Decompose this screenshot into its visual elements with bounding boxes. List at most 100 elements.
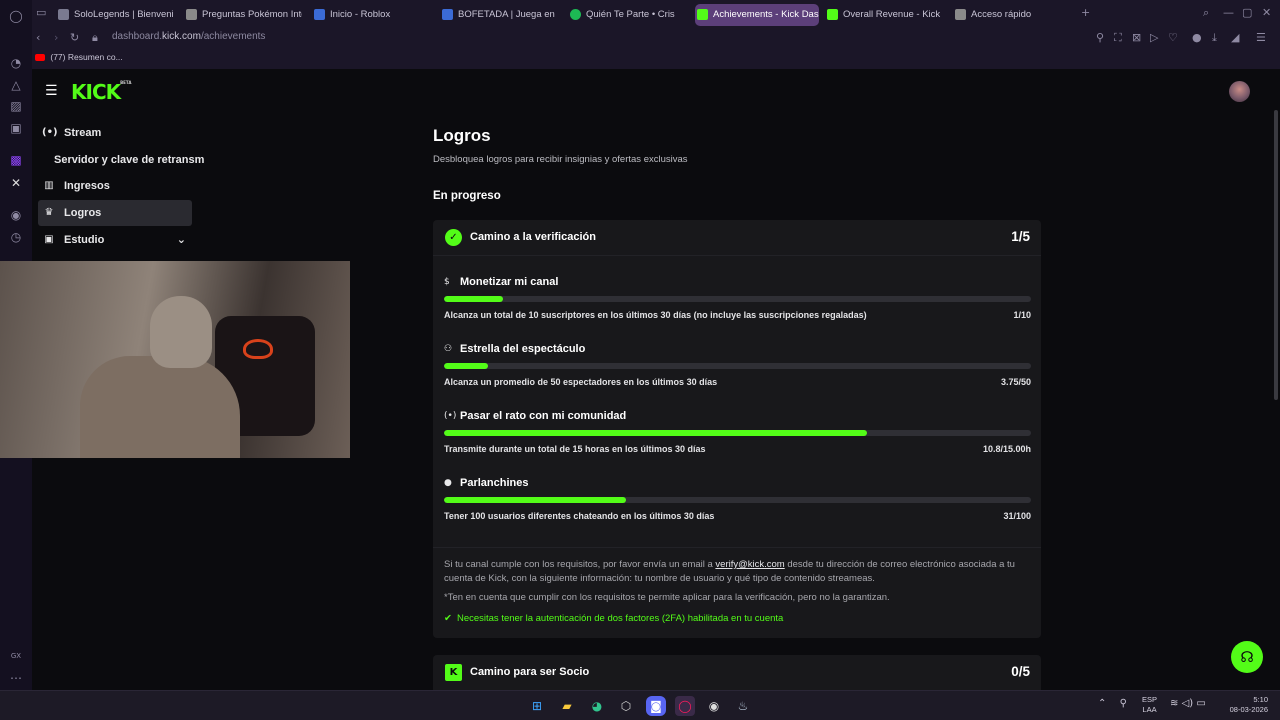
tab-achievements[interactable]: Achievements - Kick Dash bbox=[695, 4, 819, 26]
url-prefix: dashboard. bbox=[112, 31, 163, 42]
achievement-description: Tener 100 usuarios diferentes chateando … bbox=[444, 511, 715, 521]
sidebar-item-stream[interactable]: (•) Stream bbox=[38, 120, 192, 146]
aria-icon[interactable]: △ bbox=[8, 77, 24, 93]
avatar[interactable] bbox=[1229, 81, 1250, 102]
tab-sololegends[interactable]: SoloLegends | Bienvenido bbox=[56, 4, 174, 26]
opera-gx-icon[interactable]: ◯ bbox=[675, 696, 695, 716]
achievement-value: 3.75/50 bbox=[1000, 377, 1031, 387]
partner-card: K Camino para ser Socio 0/5 bbox=[433, 655, 1041, 690]
achievement-monetize: $ Monetizar mi canal Alcanza un total de… bbox=[444, 276, 1031, 333]
broadcast-icon: (•) bbox=[444, 411, 457, 421]
wallet-icon[interactable]: ▨ bbox=[8, 98, 24, 114]
achievement-hangout: (•) Pasar el rato con mi comunidad Trans… bbox=[444, 410, 1031, 467]
app-cube-icon[interactable]: ⬡ bbox=[616, 696, 636, 716]
chevron-down-icon[interactable]: ⌄ bbox=[177, 227, 186, 253]
windows-taskbar: ⊞ ▰ ◕ ⬡ ◙ ◯ ◉ ♨ ⌃ ⚲ ESP LAA ≋ ◁) ▭ 5:10 08… bbox=[0, 690, 1280, 720]
trophy-icon: ♛ bbox=[44, 207, 54, 218]
network-volume-icons[interactable]: ≋ ◁) ▭ bbox=[1170, 698, 1206, 709]
language-line: ESP bbox=[1142, 695, 1158, 704]
minimize-icon[interactable]: — bbox=[1223, 6, 1234, 19]
card-header[interactable]: K Camino para ser Socio 0/5 bbox=[433, 655, 1041, 691]
back-icon[interactable]: ‹ bbox=[36, 31, 40, 44]
system-tray[interactable]: ⌃ ⚲ bbox=[1098, 698, 1127, 709]
vpn-icon[interactable]: ⊠ bbox=[1132, 31, 1141, 44]
sidebar-item-label: Servidor y clave de retransm bbox=[54, 154, 205, 166]
kick-badge-icon: K bbox=[445, 664, 462, 681]
file-explorer-icon[interactable]: ▰ bbox=[557, 696, 577, 716]
mic-icon[interactable]: ⚲ bbox=[1120, 698, 1127, 709]
tab-label: Preguntas Pokémon Inter bbox=[202, 9, 302, 20]
bookmark-label: (77) Resumen co... bbox=[50, 52, 123, 62]
snapshot-icon[interactable]: ⛶ bbox=[1114, 31, 1122, 45]
tab-revenue[interactable]: Overall Revenue - Kick Da bbox=[825, 4, 943, 26]
tab-roblox[interactable]: Inicio - Roblox bbox=[312, 4, 430, 26]
achievement-name: Parlanchines bbox=[460, 477, 529, 489]
checkmark-icon: ✔ bbox=[444, 613, 452, 624]
achievement-value: 10.8/15.00h bbox=[982, 444, 1031, 454]
x-twitter-icon[interactable]: ✕ bbox=[8, 175, 24, 191]
page-title: Logros bbox=[433, 126, 491, 145]
player-icon[interactable]: ◉ bbox=[8, 207, 24, 223]
bookmark-youtube[interactable]: (77) Resumen co... bbox=[35, 52, 123, 62]
tab-label: BOFETADA | Juega en Ro bbox=[458, 9, 558, 20]
sidebar-item-stream-key[interactable]: Servidor y clave de retransm bbox=[38, 147, 208, 173]
heart-icon[interactable]: ♡ bbox=[1168, 31, 1178, 44]
clock-icon[interactable]: ◷ bbox=[8, 229, 24, 245]
tab-favicon bbox=[442, 9, 453, 20]
steam-icon[interactable]: ♨ bbox=[733, 696, 753, 716]
tab-label: Acceso rápido bbox=[971, 9, 1032, 20]
page-subtitle: Desbloquea logros para recibir insignias… bbox=[433, 154, 688, 165]
windows-start-icon[interactable]: ⊞ bbox=[527, 696, 547, 716]
card-header[interactable]: ✓ Camino a la verificación 1/5 bbox=[433, 220, 1041, 256]
profile-icon[interactable]: ● bbox=[1192, 31, 1202, 44]
lock-icon: 🔒︎ bbox=[92, 31, 98, 44]
card-title: Camino para ser Socio bbox=[470, 666, 590, 678]
discord-icon[interactable]: ◙ bbox=[646, 696, 666, 716]
scrollbar[interactable] bbox=[1274, 110, 1278, 400]
tab-favicon bbox=[955, 9, 966, 20]
mail-icon[interactable]: ▣ bbox=[8, 120, 24, 136]
progress-fill bbox=[444, 363, 489, 369]
search-icon[interactable]: ⌕ bbox=[1203, 6, 1209, 20]
help-chat-icon[interactable]: ☊ bbox=[1231, 641, 1263, 673]
obs-icon[interactable]: ◉ bbox=[704, 696, 724, 716]
url-field[interactable]: dashboard.kick.com/achievements bbox=[112, 31, 265, 42]
menu-icon[interactable]: ☰ bbox=[1256, 31, 1266, 44]
achievement-chatty: ● Parlanchines Tener 100 usuarios difere… bbox=[444, 477, 1031, 534]
gx-icon[interactable]: GX bbox=[8, 648, 24, 664]
clock[interactable]: 5:10 08-03-2026 bbox=[1224, 695, 1268, 715]
tab-pokemon[interactable]: Preguntas Pokémon Inter bbox=[184, 4, 302, 26]
sidebar-item-studio[interactable]: ▣ Estudio ⌄ bbox=[38, 227, 192, 253]
tab-spotify[interactable]: Quién Te Parte • Cris bbox=[568, 4, 688, 26]
more-icon[interactable]: ⋯ bbox=[8, 670, 24, 686]
tab-label: Overall Revenue - Kick Da bbox=[843, 9, 943, 20]
achievement-description: Alcanza un total de 10 suscriptores en l… bbox=[444, 310, 867, 320]
tab-speed-dial[interactable]: Acceso rápido bbox=[953, 4, 1053, 26]
player-send-icon[interactable]: ▷ bbox=[1150, 31, 1158, 44]
history-icon[interactable]: ◔ bbox=[8, 55, 24, 71]
pin-icon[interactable]: ⚲ bbox=[1096, 31, 1104, 44]
progress-track bbox=[444, 363, 1031, 369]
sidebar-item-revenue[interactable]: ▥ Ingresos bbox=[38, 173, 192, 199]
opera-logo-icon[interactable]: ◯ bbox=[8, 8, 24, 24]
tab-bofetada[interactable]: BOFETADA | Juega en Ro bbox=[440, 4, 558, 26]
streamer-head bbox=[150, 296, 212, 368]
tab-menu-icon[interactable]: ▭ bbox=[36, 6, 46, 19]
sidebar-item-achievements[interactable]: ♛ Logros bbox=[38, 200, 192, 226]
close-icon[interactable]: ✕ bbox=[1262, 6, 1271, 19]
forward-icon[interactable]: › bbox=[54, 31, 58, 44]
progress-fill bbox=[444, 497, 626, 503]
verify-email-link[interactable]: verify@kick.com bbox=[715, 559, 784, 570]
tray-chevron-icon[interactable]: ⌃ bbox=[1098, 698, 1106, 709]
aria-ai-icon[interactable]: ◢ bbox=[1231, 31, 1239, 44]
tab-favicon bbox=[58, 9, 69, 20]
download-icon[interactable]: ⤓ bbox=[1212, 31, 1217, 45]
maximize-icon[interactable]: ▢ bbox=[1242, 6, 1252, 19]
new-tab-icon[interactable]: + bbox=[1081, 6, 1090, 19]
twitch-icon[interactable]: ▩ bbox=[8, 152, 24, 168]
language-indicator[interactable]: ESP LAA bbox=[1142, 695, 1157, 715]
edge-icon[interactable]: ◕ bbox=[587, 696, 607, 716]
progress-track bbox=[444, 430, 1031, 436]
reload-icon[interactable]: ↻ bbox=[70, 31, 79, 44]
tab-favicon bbox=[314, 9, 325, 20]
